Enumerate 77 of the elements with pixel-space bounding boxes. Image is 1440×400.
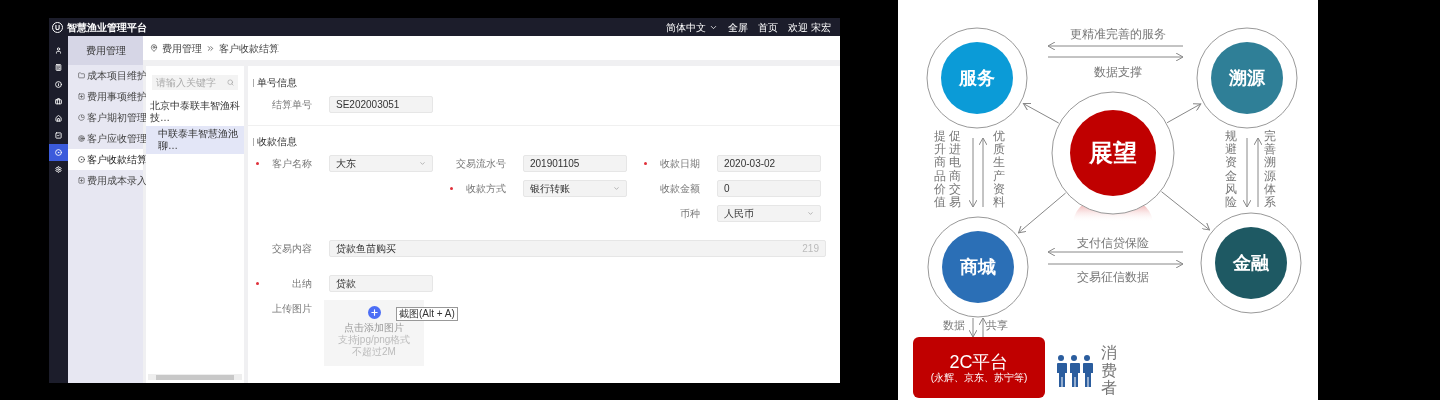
arrow	[1242, 137, 1252, 208]
vertical-label: 规避资金风险	[1225, 130, 1237, 210]
app-title: 智慧渔业管理平台	[67, 20, 147, 35]
input-field[interactable]: 贷款	[329, 275, 433, 292]
field-label: 出纳	[292, 277, 312, 291]
tooltip: 截图(Alt + A)	[396, 307, 458, 321]
header-link[interactable]: 欢迎 宋宏	[788, 19, 831, 35]
field-label: 收款方式	[466, 182, 506, 196]
platform-subtitle: (永辉、京东、苏宁等)	[930, 371, 1028, 384]
menu-icon	[78, 177, 85, 184]
upload-hint: 点击添加图片	[344, 321, 404, 334]
search-icon	[227, 79, 234, 86]
menu-icon	[78, 72, 85, 79]
arrow	[968, 137, 978, 208]
link-label: 数据支撑	[1094, 64, 1142, 81]
input-field[interactable]: 201901105	[523, 155, 627, 172]
people-icon	[1056, 355, 1093, 387]
breadcrumb-current: 客户收款结算	[219, 41, 279, 56]
field-label: 结算单号	[272, 98, 312, 112]
arrow	[1022, 102, 1060, 124]
field-label: 交易内容	[272, 242, 312, 256]
language-dropdown[interactable]: 简体中文	[666, 19, 719, 35]
header-link[interactable]: 首页	[758, 19, 779, 35]
separator-icon	[206, 43, 215, 53]
tree-node[interactable]: 北京中泰联丰智渔科技…	[146, 98, 244, 126]
arrow	[1253, 137, 1263, 208]
arrow	[1166, 103, 1202, 124]
menu-icon	[78, 93, 85, 100]
tree-node[interactable]: 中联泰丰智慧渔池聊…	[146, 126, 244, 154]
select-field[interactable]: 大东	[329, 155, 433, 172]
header-link[interactable]: 全屏	[728, 19, 749, 35]
link-label: 交易征信数据	[1077, 269, 1149, 286]
field-label: 收款日期	[660, 157, 700, 171]
link-label: 支付信贷保险	[1077, 235, 1149, 252]
select-field[interactable]: 人民币	[717, 205, 821, 222]
caret-icon	[419, 160, 426, 167]
vertical-label: 优质生产资料	[993, 130, 1005, 210]
consumer-label: 消费者	[1101, 344, 1117, 397]
menu-title: 费用管理	[68, 36, 143, 65]
share-label: 数据	[943, 320, 965, 331]
field-label: 币种	[680, 207, 700, 221]
arrow	[978, 317, 988, 338]
node-label: 商城	[960, 258, 996, 276]
search-field[interactable]: 请输入关键字	[152, 75, 238, 90]
field-label: 上传图片	[272, 302, 312, 316]
field-label: 收款金额	[660, 182, 700, 196]
menu-icon	[78, 135, 85, 142]
field-label: 交易流水号	[456, 157, 506, 171]
field-label: 客户名称	[272, 157, 312, 171]
node-label: 金融	[1233, 254, 1269, 272]
arrow	[968, 317, 978, 338]
breadcrumb-link[interactable]: 费用管理	[162, 40, 202, 56]
vertical-label: 提升商品价值	[934, 130, 946, 210]
platform-title: 2C平台	[949, 351, 1009, 372]
arrow	[1161, 191, 1211, 231]
vertical-label: 促进电商交易	[949, 130, 961, 210]
input-field[interactable]: SE202003051	[329, 96, 433, 113]
center-label: 展望	[1089, 141, 1137, 165]
add-icon	[367, 306, 381, 319]
caret-icon	[807, 210, 814, 217]
input-field[interactable]: 2020-03-02	[717, 155, 821, 172]
horizontal-scrollbar[interactable]	[148, 374, 242, 380]
arrow	[978, 137, 988, 208]
node-label: 服务	[959, 69, 995, 87]
section-title: 收款信息	[257, 135, 297, 149]
caret-icon	[613, 185, 620, 192]
select-field[interactable]: 银行转账	[523, 180, 627, 197]
vertical-label: 完善溯源体系	[1264, 130, 1276, 210]
section-title: 单号信息	[257, 76, 297, 90]
share-label: 共享	[986, 320, 1008, 331]
menu-icon	[78, 156, 85, 163]
arrow	[1018, 192, 1067, 234]
menu-icon	[78, 114, 85, 121]
location-icon	[150, 44, 158, 52]
link-label: 更精准完善的服务	[1070, 26, 1166, 43]
node-label: 溯源	[1229, 69, 1265, 87]
input-field[interactable]: 0	[717, 180, 821, 197]
